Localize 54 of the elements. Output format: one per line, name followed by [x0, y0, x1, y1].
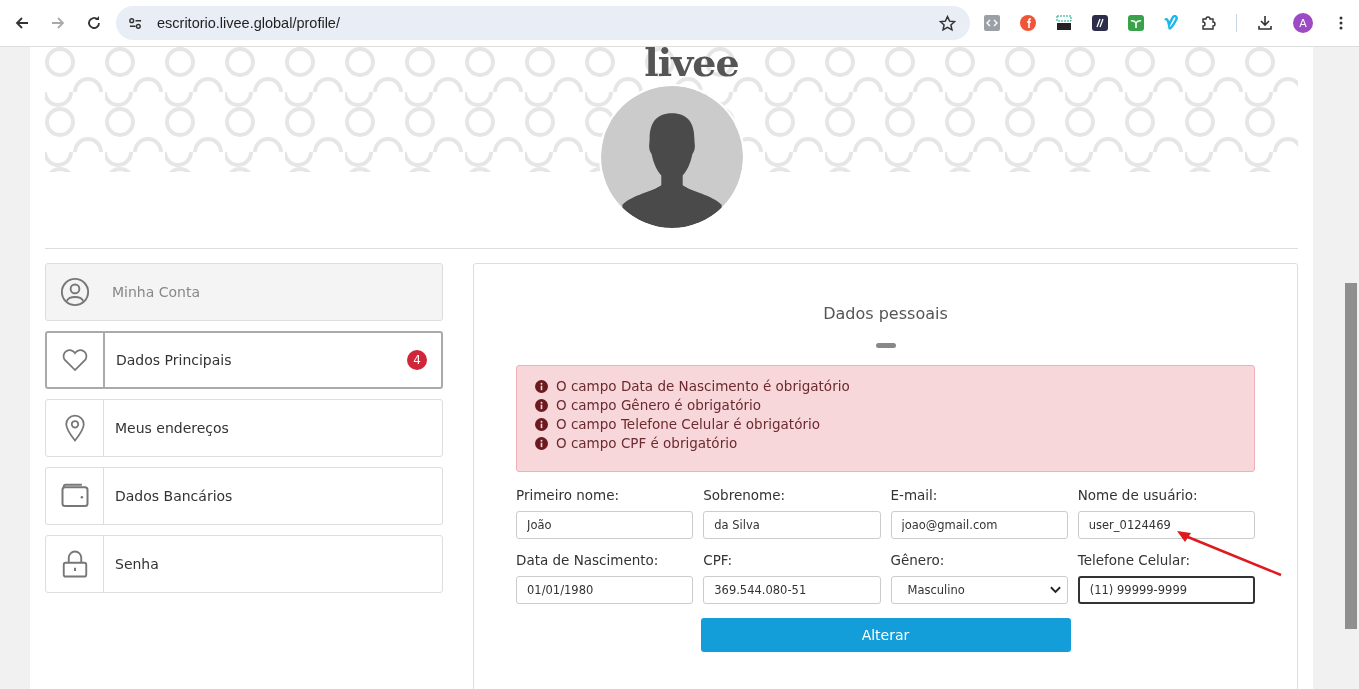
logo: livee [644, 47, 739, 79]
profile-avatar[interactable]: A [1293, 13, 1313, 33]
input-field[interactable]: João [516, 511, 694, 539]
item-label: Dados Principais [116, 352, 233, 368]
code-icon[interactable] [984, 15, 1000, 31]
bookmark-star-icon[interactable] [939, 14, 956, 32]
item-label: Dados Bancários [115, 488, 234, 504]
sidebar-item[interactable]: Meus endereços [45, 399, 443, 457]
field-label: Sobrenome: [703, 487, 787, 503]
error-message: O campo Gênero é obrigatório [556, 397, 761, 413]
sprout-icon[interactable] [1128, 15, 1144, 31]
section-title: Dados pessoais [822, 304, 949, 323]
scrollbar-thumb[interactable] [1345, 283, 1357, 629]
address-bar[interactable]: escritorio.livee.global/profile/ [116, 6, 970, 40]
field-label: Nome de usuário: [1077, 487, 1199, 503]
input-field[interactable]: da Silva [703, 511, 881, 539]
title-underline [875, 343, 896, 348]
sidebar-item[interactable]: Senha [45, 535, 443, 593]
field-label: Primeiro nome: [516, 487, 621, 503]
info-icon [535, 398, 548, 412]
url-text: escritorio.livee.global/profile/ [157, 15, 341, 31]
info-icon [535, 379, 548, 393]
input-field[interactable]: joao@gmail.com [890, 511, 1068, 539]
download-icon[interactable] [1257, 15, 1273, 31]
extension-icon[interactable] [1056, 15, 1072, 31]
field-label: Gênero: [890, 552, 946, 568]
count-badge: 4 [407, 350, 427, 370]
error-message: O campo Telefone Celular é obrigatório [556, 416, 820, 432]
chevron-down-icon [1049, 586, 1061, 594]
item-label: Meus endereços [115, 420, 230, 436]
field-label: Data de Nascimento: [516, 552, 660, 568]
back-icon[interactable] [14, 15, 30, 31]
field-label: CPF: [703, 552, 734, 568]
sidebar-item[interactable]: Dados Principais 4 [45, 331, 443, 389]
user-icon [60, 277, 90, 307]
site-settings-icon[interactable] [128, 15, 143, 31]
input-field[interactable]: (11) 99999-9999 [1077, 576, 1255, 604]
error-message: O campo CPF é obrigatório [556, 435, 738, 451]
sidebar-item[interactable]: Dados Bancários [45, 467, 443, 525]
field-label: E-mail: [890, 487, 939, 503]
reload-icon[interactable] [86, 15, 102, 31]
gender-dropdown[interactable]: Masculino [890, 576, 1068, 604]
info-icon [535, 436, 548, 450]
avatar-silhouette-icon [598, 84, 745, 230]
input-field[interactable]: 369.544.080-51 [703, 576, 881, 604]
input-field[interactable]: 01/01/1980 [516, 576, 694, 604]
error-message: O campo Data de Nascimento é obrigatório [556, 378, 850, 394]
info-icon [535, 417, 548, 431]
extensions-icon[interactable] [1200, 15, 1216, 31]
extension-icon[interactable] [1092, 15, 1108, 31]
field-label: Telefone Celular: [1077, 552, 1192, 568]
input-field[interactable]: user_0124469 [1077, 511, 1255, 539]
item-label: Senha [115, 556, 160, 572]
item-label: Minha Conta [112, 284, 202, 300]
